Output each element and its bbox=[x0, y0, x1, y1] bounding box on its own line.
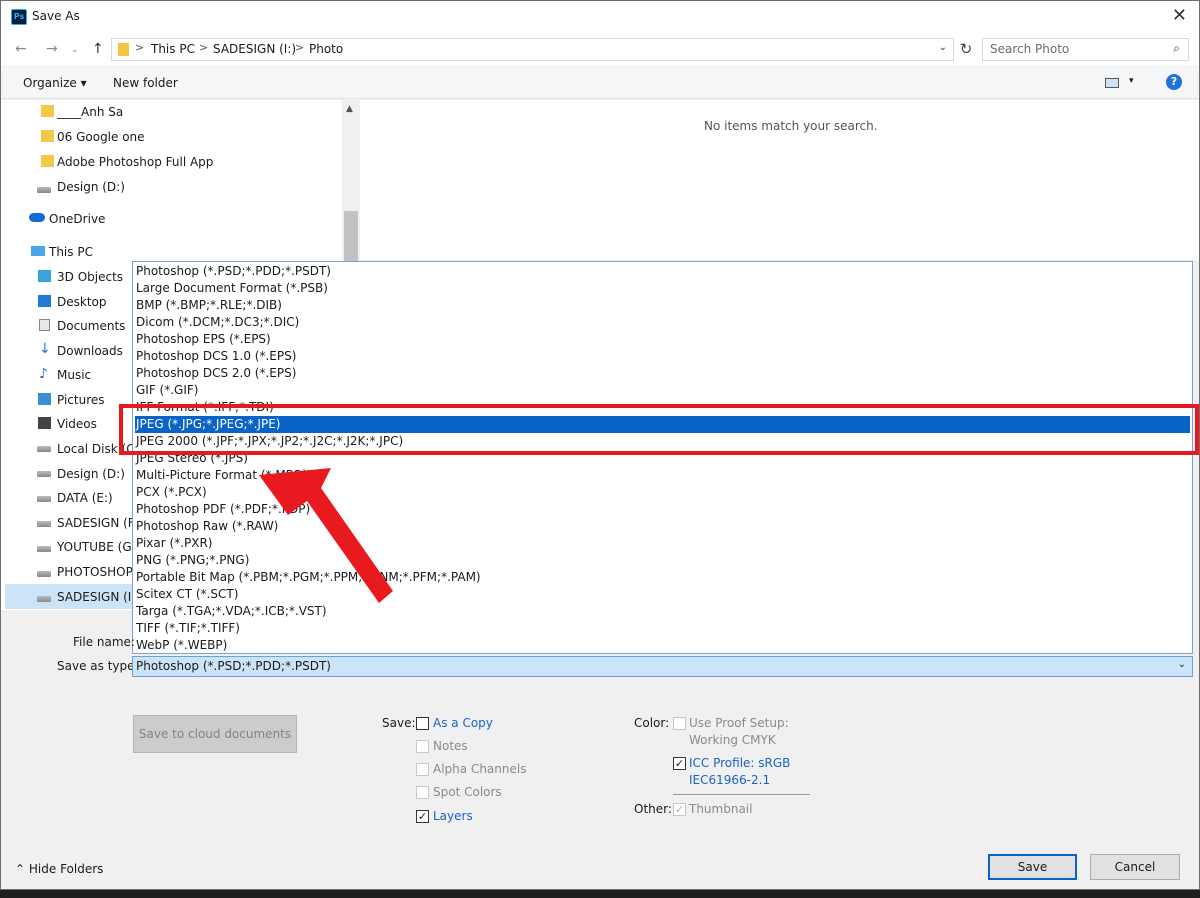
save-as-dialog: Ps Save As ✕ ← → ⌄ ↑ > This PC > SADESIG… bbox=[0, 0, 1200, 890]
annotation-arrow-icon bbox=[259, 468, 393, 603]
